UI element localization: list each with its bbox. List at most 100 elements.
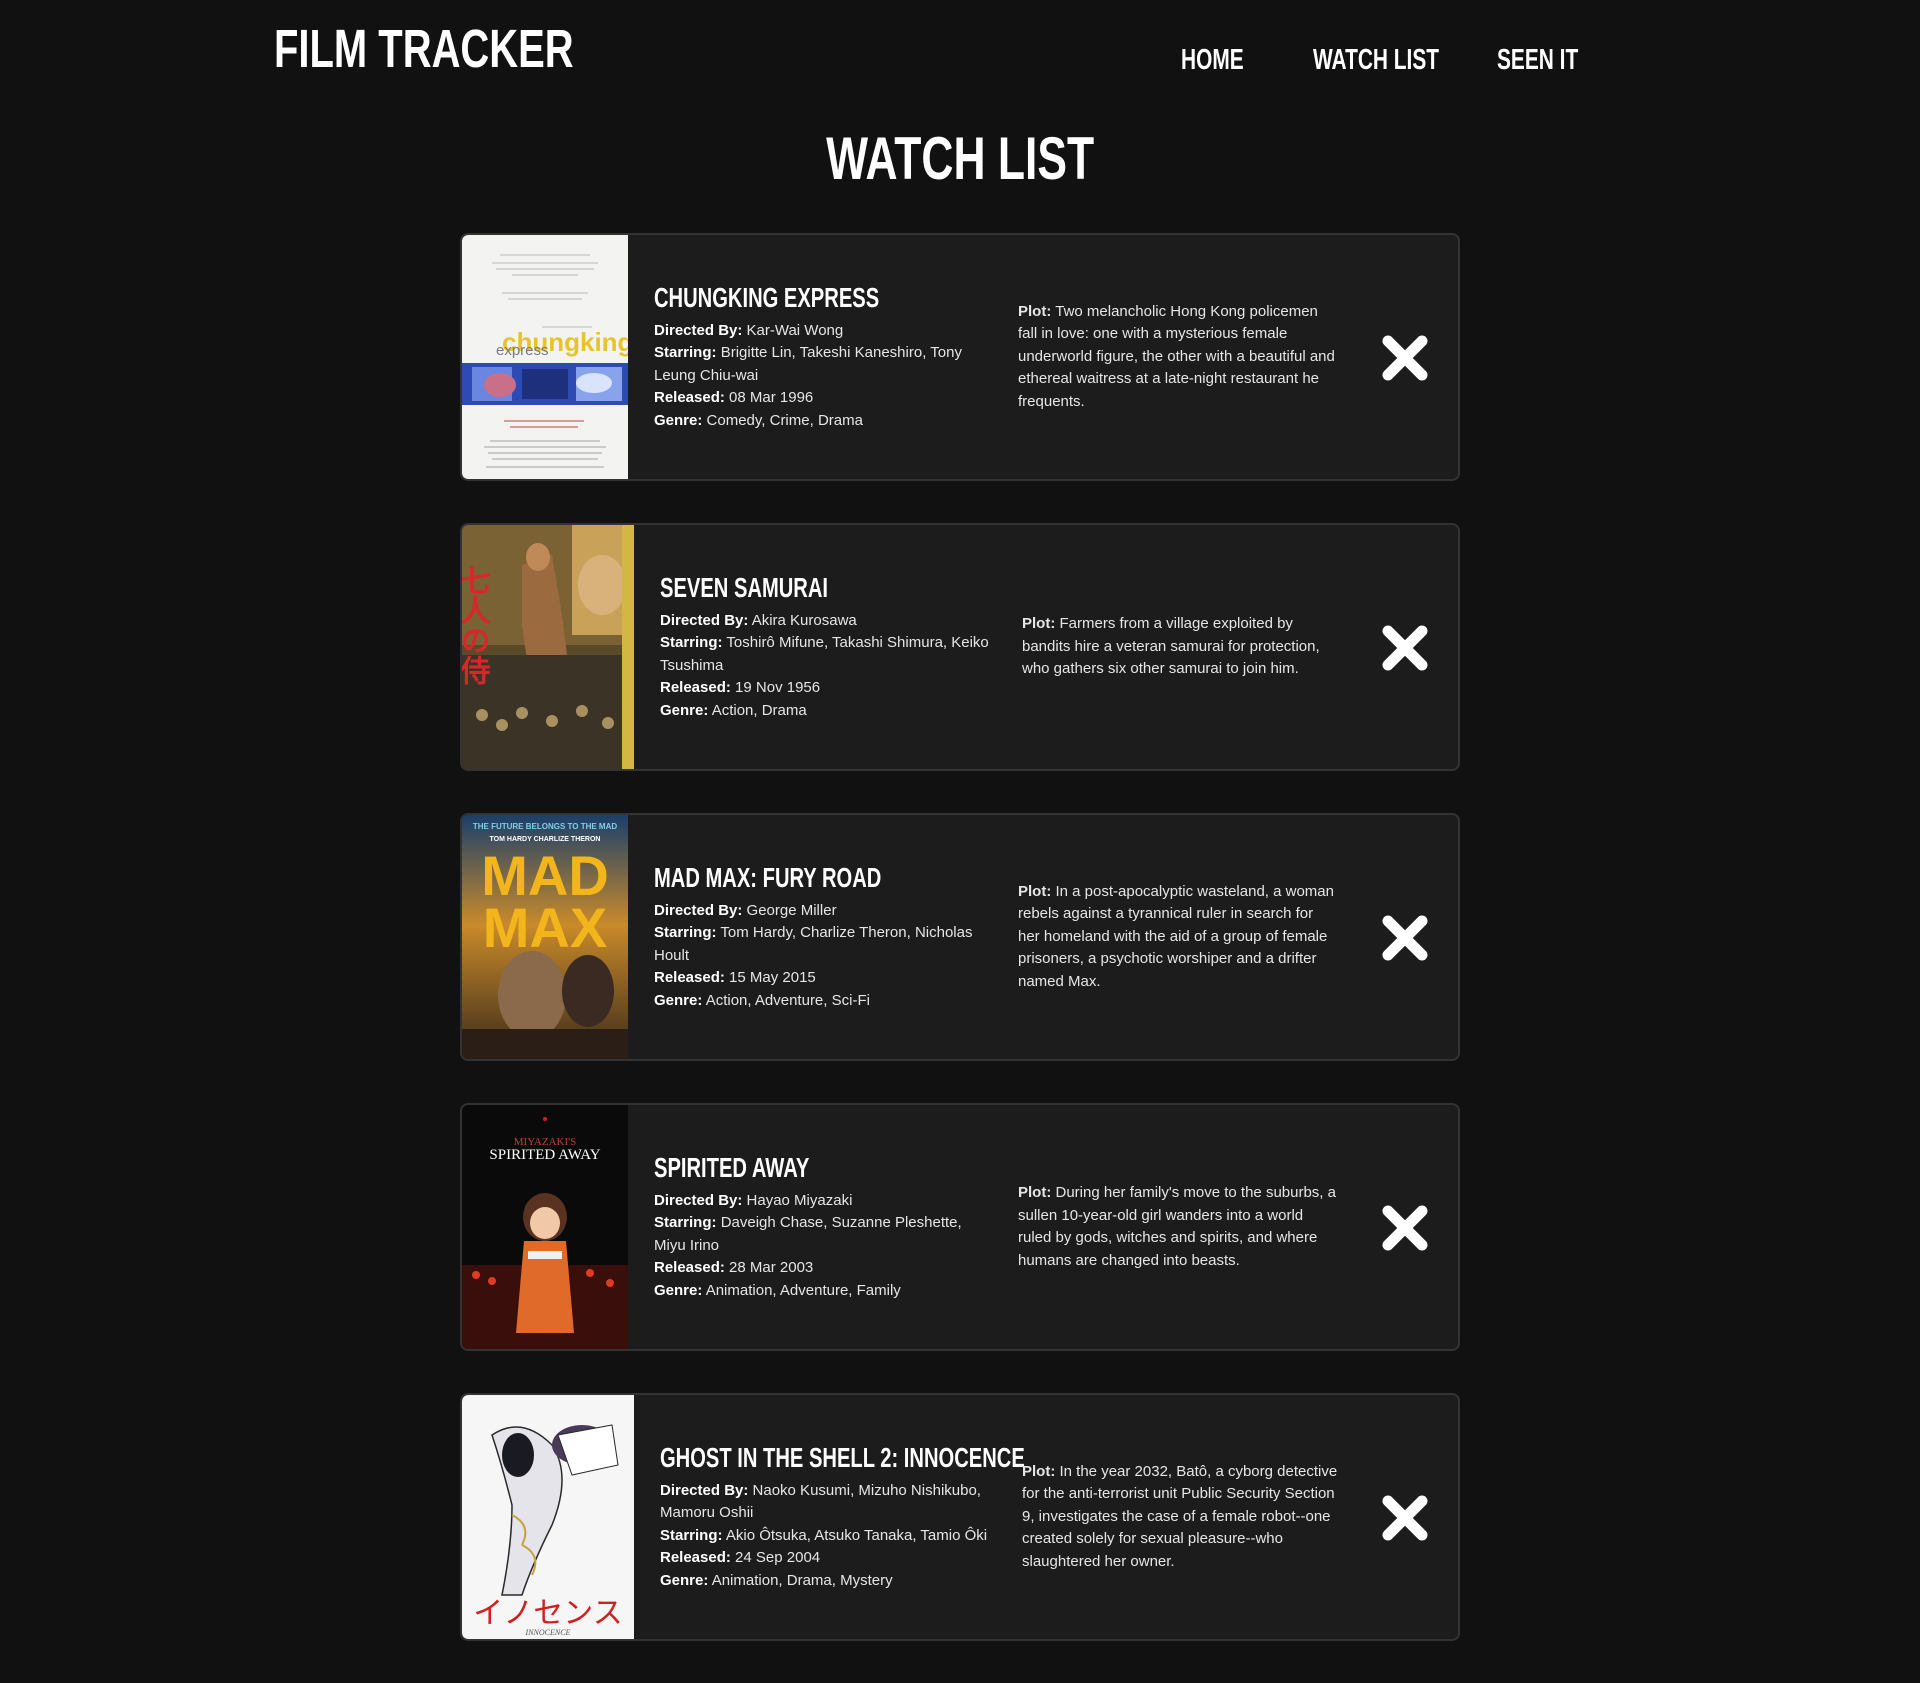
remove-movie-button[interactable] [1380,623,1430,673]
movie-title: MAD MAX: FURY ROAD [654,861,882,893]
movie-poster: chungking express [462,235,628,479]
poster-title-text: SPIRITED AWAY [489,1147,600,1163]
poster-tagline: THE FUTURE BELONGS TO THE MAD [473,822,618,831]
director-value: George Miller [746,901,837,919]
released-label: Released: [660,679,731,697]
director-value: Kar-Wai Wong [746,321,844,339]
genre-value: Action, Drama [711,701,807,719]
movie-card: chungking express CHUNGKING EXPRESS Dire… [460,233,1460,481]
movie-starring: Starring: Brigitte Lin, Takeshi Kaneshir… [654,342,984,387]
poster-title-text: 七人の侍 [462,565,492,685]
movie-title: GHOST IN THE SHELL 2: INNOCENCE [660,1441,1025,1473]
genre-label: Genre: [654,1281,703,1299]
released-value: 08 Mar 1996 [729,389,814,407]
movie-card: イノセンス INNOCENCE GHOST IN THE SHELL 2: IN… [460,1393,1460,1641]
movie-released: Released: 19 Nov 1956 [660,677,990,700]
genre-label: Genre: [654,411,703,429]
close-x-icon [1382,1205,1428,1251]
poster-title-line-2: MAX [483,896,607,959]
page-title: WATCH LIST [825,125,1094,192]
movie-released: Released: 24 Sep 2004 [660,1547,990,1570]
movie-poster: イノセンス INNOCENCE [462,1395,634,1639]
director-value: Hayao Miyazaki [746,1191,853,1209]
director-label: Directed By: [654,321,743,339]
remove-movie-button[interactable] [1380,333,1430,383]
movie-genre: Genre: Animation, Adventure, Family [654,1280,984,1303]
movie-director: Directed By: Hayao Miyazaki [654,1190,984,1213]
plot-label: Plot: [1018,302,1052,320]
movie-director: Directed By: Kar-Wai Wong [654,320,984,343]
movie-card: THE FUTURE BELONGS TO THE MAD TOM HARDY … [460,813,1460,1061]
plot-text: During her family's move to the suburbs,… [1018,1184,1336,1269]
remove-movie-button[interactable] [1380,913,1430,963]
plot-label: Plot: [1022,1462,1056,1480]
close-x-icon [1382,335,1428,381]
remove-movie-button[interactable] [1380,1203,1430,1253]
movie-starring: Starring: Toshirô Mifune, Takashi Shimur… [660,632,990,677]
movie-plot: Plot: In the year 2032, Batô, a cyborg d… [1022,1395,1342,1639]
movie-plot: Plot: In a post-apocalyptic wasteland, a… [1018,815,1338,1059]
movie-genre: Genre: Action, Adventure, Sci-Fi [654,990,984,1013]
remove-movie-button[interactable] [1380,1493,1430,1543]
movie-title: SEVEN SAMURAI [660,571,829,603]
plot-text: In a post-apocalyptic wasteland, a woman… [1018,882,1334,990]
released-value: 19 Nov 1956 [735,679,821,697]
plot-label: Plot: [1022,615,1056,633]
genre-value: Action, Adventure, Sci-Fi [705,991,870,1009]
movie-plot: Plot: Farmers from a village exploited b… [1022,525,1342,769]
movie-starring: Starring: Akio Ôtsuka, Atsuko Tanaka, Ta… [660,1525,990,1548]
nav-seen-it-link[interactable]: SEEN IT [1497,44,1578,77]
director-label: Directed By: [660,611,749,629]
watch-list: chungking express CHUNGKING EXPRESS Dire… [460,233,1460,1683]
movie-starring: Starring: Daveigh Chase, Suzanne Pleshet… [654,1212,984,1257]
nav-home-link[interactable]: HOME [1181,44,1244,77]
movie-starring: Starring: Tom Hardy, Charlize Theron, Ni… [654,922,984,967]
starring-label: Starring: [660,634,723,652]
poster-title-text: イノセンス [473,1596,622,1631]
genre-label: Genre: [660,701,709,719]
movie-title: SPIRITED AWAY [654,1151,810,1183]
movie-director: Directed By: Akira Kurosawa [660,610,990,633]
released-value: 28 Mar 2003 [729,1259,814,1277]
starring-label: Starring: [654,924,717,942]
movie-card: MIYAZAKI'S SPIRITED AWAY SPIRITED AWAY D… [460,1103,1460,1351]
close-x-icon [1382,915,1428,961]
starring-label: Starring: [654,344,717,362]
movie-genre: Genre: Comedy, Crime, Drama [654,410,984,433]
starring-label: Starring: [660,1526,723,1544]
movie-info: SEVEN SAMURAI Directed By: Akira Kurosaw… [660,525,990,769]
genre-label: Genre: [654,991,703,1009]
movie-director: Directed By: Naoko Kusumi, Mizuho Nishik… [660,1480,990,1525]
released-label: Released: [654,1259,725,1277]
starring-label: Starring: [654,1214,717,1232]
movie-genre: Genre: Action, Drama [660,700,990,723]
main-nav: HOME WATCH LIST SEEN IT [0,44,1920,84]
plot-label: Plot: [1018,882,1052,900]
site-header: FILM TRACKER HOME WATCH LIST SEEN IT [0,0,1920,110]
director-value: Akira Kurosawa [751,611,857,629]
poster-actors: TOM HARDY CHARLIZE THERON [490,836,601,843]
movie-info: GHOST IN THE SHELL 2: INNOCENCE Directed… [660,1395,1025,1639]
released-label: Released: [654,389,725,407]
genre-value: Animation, Adventure, Family [705,1281,901,1299]
movie-plot: Plot: During her family's move to the su… [1018,1105,1338,1349]
director-label: Directed By: [654,901,743,919]
close-x-icon [1382,625,1428,671]
plot-text: In the year 2032, Batô, a cyborg detecti… [1022,1462,1338,1570]
poster-subtitle-text: express [496,342,549,359]
movie-poster: 七人の侍 [462,525,634,769]
genre-label: Genre: [660,1571,709,1589]
nav-watch-list-link[interactable]: WATCH LIST [1313,44,1439,77]
movie-poster: MIYAZAKI'S SPIRITED AWAY [462,1105,628,1349]
released-value: 15 May 2015 [729,969,816,987]
released-label: Released: [660,1549,731,1567]
movie-released: Released: 15 May 2015 [654,967,984,990]
poster-subtitle-text: INNOCENCE [525,1628,571,1637]
close-x-icon [1382,1495,1428,1541]
plot-text: Two melancholic Hong Kong policemen fall… [1018,302,1335,410]
director-label: Directed By: [654,1191,743,1209]
released-label: Released: [654,969,725,987]
movie-info: SPIRITED AWAY Directed By: Hayao Miyazak… [654,1105,984,1349]
movie-released: Released: 08 Mar 1996 [654,387,984,410]
movie-genre: Genre: Animation, Drama, Mystery [660,1570,990,1593]
